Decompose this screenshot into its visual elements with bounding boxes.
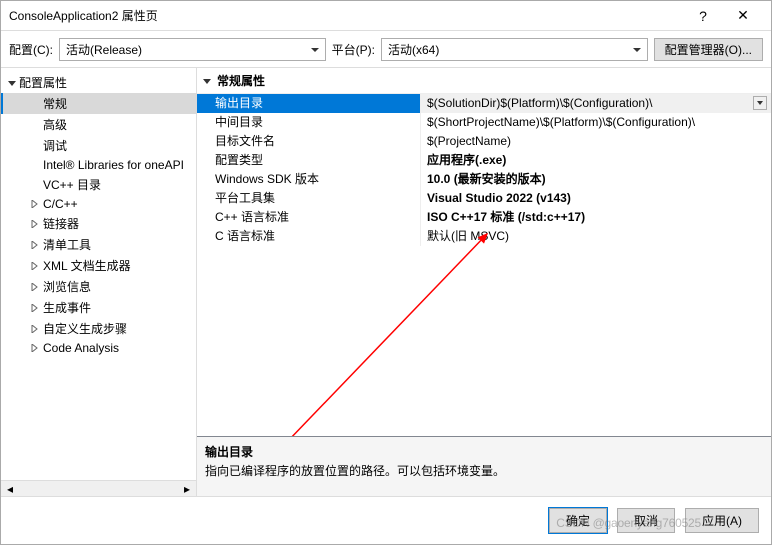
window-title: ConsoleApplication2 属性页: [9, 7, 683, 24]
prop-group-title: 常规属性: [217, 72, 265, 89]
help-button[interactable]: ?: [683, 8, 723, 24]
property-key: 中间目录: [197, 113, 421, 132]
property-key: 配置类型: [197, 151, 421, 170]
property-value[interactable]: 默认(旧 MSVC): [421, 227, 771, 246]
tree-item-label: 常规: [43, 95, 67, 112]
tree-item[interactable]: 清单工具: [1, 234, 197, 255]
config-value: 活动(Release): [66, 41, 142, 58]
property-row[interactable]: 目标文件名$(ProjectName): [197, 132, 771, 151]
platform-value: 活动(x64): [388, 41, 439, 58]
tree-item-label: 清单工具: [43, 236, 91, 253]
tree-item[interactable]: Intel® Libraries for oneAPI: [1, 156, 197, 174]
scroll-right-icon[interactable]: ▸: [180, 482, 194, 496]
config-combo[interactable]: 活动(Release): [59, 38, 326, 61]
tree-item-label: 生成事件: [43, 299, 91, 316]
caret-right-icon: [29, 262, 39, 270]
caret-right-icon: [29, 325, 39, 333]
cancel-button[interactable]: 取消: [617, 508, 675, 533]
toolbar: 配置(C): 活动(Release) 平台(P): 活动(x64) 配置管理器(…: [1, 31, 771, 67]
tree-item[interactable]: 生成事件: [1, 297, 197, 318]
property-key: Windows SDK 版本: [197, 170, 421, 189]
tree-item[interactable]: 浏览信息: [1, 276, 197, 297]
tree-item-label: Code Analysis: [43, 341, 119, 355]
property-row[interactable]: 中间目录$(ShortProjectName)\$(Platform)\$(Co…: [197, 113, 771, 132]
description-title: 输出目录: [205, 443, 763, 460]
property-key: 输出目录: [197, 94, 421, 113]
property-key: 目标文件名: [197, 132, 421, 151]
tree-item[interactable]: 调试: [1, 135, 197, 156]
tree-item-label: XML 文档生成器: [43, 257, 131, 274]
tree-item[interactable]: VC++ 目录: [1, 174, 197, 195]
tree-item-label: 高级: [43, 116, 67, 133]
content: 常规属性 输出目录$(SolutionDir)$(Platform)\$(Con…: [197, 68, 771, 496]
property-row[interactable]: 配置类型应用程序(.exe): [197, 151, 771, 170]
tree-root[interactable]: 配置属性: [1, 72, 197, 93]
caret-right-icon: [29, 283, 39, 291]
annotation-arrow-icon: [227, 224, 507, 436]
property-value[interactable]: $(ShortProjectName)\$(Platform)\$(Config…: [421, 113, 771, 132]
tree-item-label: C/C++: [43, 197, 78, 211]
platform-label: 平台(P):: [332, 41, 375, 58]
apply-button[interactable]: 应用(A): [685, 508, 759, 533]
property-row[interactable]: 输出目录$(SolutionDir)$(Platform)\$(Configur…: [197, 94, 771, 113]
property-key: C++ 语言标准: [197, 208, 421, 227]
property-row[interactable]: C 语言标准默认(旧 MSVC): [197, 227, 771, 246]
tree-item[interactable]: 常规: [1, 93, 197, 114]
tree-item[interactable]: C/C++: [1, 195, 197, 213]
caret-right-icon: [29, 220, 39, 228]
footer: CSDN @gaoenyang760525 确定 取消 应用(A): [1, 496, 771, 544]
tree-item-label: VC++ 目录: [43, 176, 101, 193]
platform-combo[interactable]: 活动(x64): [381, 38, 648, 61]
property-key: C 语言标准: [197, 227, 421, 246]
tree-item-label: Intel® Libraries for oneAPI: [43, 158, 184, 172]
property-value[interactable]: Visual Studio 2022 (v143): [421, 189, 771, 208]
property-row[interactable]: C++ 语言标准ISO C++17 标准 (/std:c++17): [197, 208, 771, 227]
config-manager-button[interactable]: 配置管理器(O)...: [654, 38, 763, 61]
tree-hscrollbar[interactable]: ◂ ▸: [1, 480, 196, 496]
close-button[interactable]: ✕: [723, 7, 763, 24]
property-value[interactable]: $(ProjectName): [421, 132, 771, 151]
property-value[interactable]: 10.0 (最新安装的版本): [421, 170, 771, 189]
description-text: 指向已编译程序的放置位置的路径。可以包括环境变量。: [205, 462, 763, 479]
dropdown-icon[interactable]: [753, 96, 767, 110]
scroll-left-icon[interactable]: ◂: [3, 482, 17, 496]
caret-down-icon: [203, 74, 211, 88]
property-grid[interactable]: 输出目录$(SolutionDir)$(Platform)\$(Configur…: [197, 94, 771, 436]
tree-item[interactable]: 链接器: [1, 213, 197, 234]
tree-item[interactable]: 自定义生成步骤: [1, 318, 197, 339]
main: 配置属性 常规高级调试 Intel® Libraries for oneAPI VC…: [1, 67, 771, 496]
caret-right-icon: [29, 344, 39, 352]
property-row[interactable]: Windows SDK 版本10.0 (最新安装的版本): [197, 170, 771, 189]
property-value[interactable]: $(SolutionDir)$(Platform)\$(Configuratio…: [421, 94, 771, 113]
tree-item[interactable]: XML 文档生成器: [1, 255, 197, 276]
titlebar: ConsoleApplication2 属性页 ? ✕: [1, 1, 771, 31]
property-key: 平台工具集: [197, 189, 421, 208]
property-row[interactable]: 平台工具集Visual Studio 2022 (v143): [197, 189, 771, 208]
property-value[interactable]: ISO C++17 标准 (/std:c++17): [421, 208, 771, 227]
caret-right-icon: [29, 241, 39, 249]
caret-right-icon: [29, 200, 39, 208]
tree-item-label: 调试: [43, 137, 67, 154]
tree-item-label: 链接器: [43, 215, 79, 232]
tree-item[interactable]: Code Analysis: [1, 339, 197, 357]
description-panel: 输出目录 指向已编译程序的放置位置的路径。可以包括环境变量。: [197, 436, 771, 496]
tree-panel: 配置属性 常规高级调试 Intel® Libraries for oneAPI VC…: [1, 68, 197, 496]
config-label: 配置(C):: [9, 41, 53, 58]
tree-item-label: 自定义生成步骤: [43, 320, 127, 337]
tree-item-label: 浏览信息: [43, 278, 91, 295]
caret-right-icon: [29, 304, 39, 312]
caret-down-icon: [7, 79, 17, 87]
prop-group-header[interactable]: 常规属性: [197, 68, 771, 94]
tree-root-label: 配置属性: [19, 74, 67, 91]
tree[interactable]: 配置属性 常规高级调试 Intel® Libraries for oneAPI VC…: [1, 68, 197, 480]
property-value[interactable]: 应用程序(.exe): [421, 151, 771, 170]
tree-item[interactable]: 高级: [1, 114, 197, 135]
ok-button[interactable]: 确定: [549, 508, 607, 533]
